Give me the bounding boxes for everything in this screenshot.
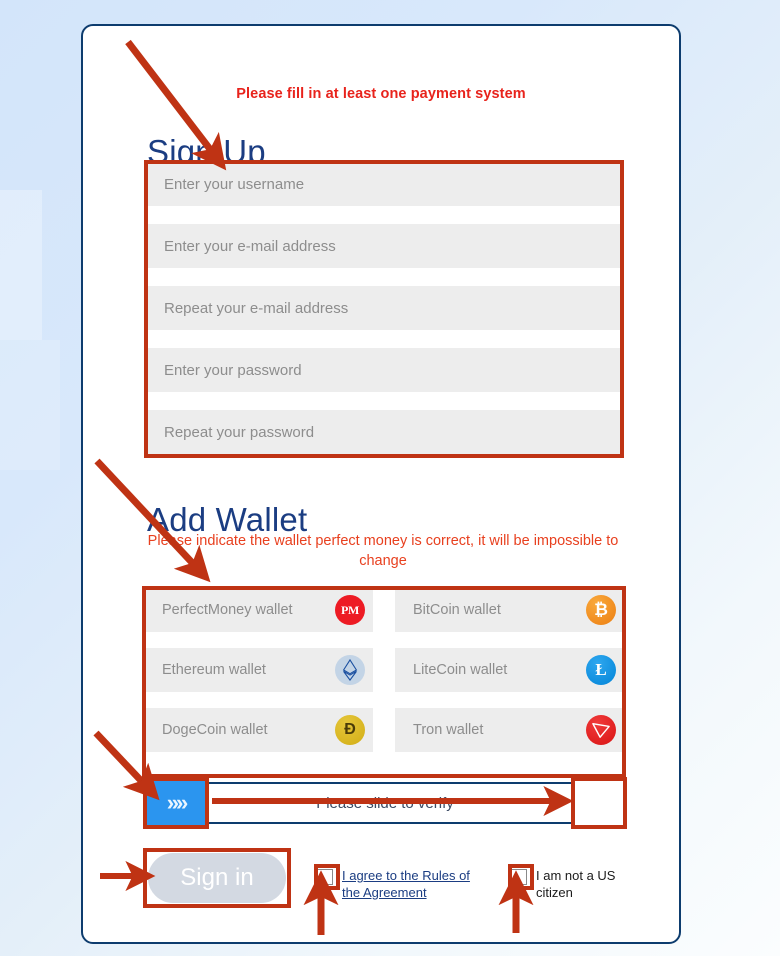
input-tron-placeholder: Tron wallet	[413, 722, 484, 738]
us-citizen-label: I am not a US citizen	[536, 868, 616, 900]
litecoin-icon: Ł	[586, 655, 616, 685]
us-citizen-checkbox[interactable]	[511, 869, 527, 885]
ethereum-icon	[335, 655, 365, 685]
signin-button[interactable]: Sign in	[148, 853, 286, 903]
input-password-repeat-placeholder: Repeat your password	[164, 423, 315, 441]
input-perfectmoney-placeholder: PerfectMoney wallet	[162, 602, 293, 618]
signup-field-stack: Enter your username Enter your e-mail ad…	[146, 162, 622, 454]
top-warning-text: Please fill in at least one payment syst…	[236, 86, 526, 102]
input-litecoin-placeholder: LiteCoin wallet	[413, 662, 508, 678]
agreement-checkbox-group[interactable]: I agree to the Rules of the Agreement	[317, 867, 477, 901]
wallet-field-grid: PerfectMoney wallet PM BitCoin wallet ₿ …	[144, 588, 624, 752]
double-chevron-right-icon: »»	[166, 790, 189, 815]
tron-icon	[586, 715, 616, 745]
input-perfectmoney-wallet[interactable]: PerfectMoney wallet PM	[144, 588, 373, 632]
agreement-link[interactable]: I agree to the Rules of the Agreement	[342, 867, 477, 901]
input-ethereum-placeholder: Ethereum wallet	[162, 662, 266, 678]
input-dogecoin-wallet[interactable]: DogeCoin wallet Ð	[144, 708, 373, 752]
input-email[interactable]: Enter your e-mail address	[146, 224, 622, 268]
input-username[interactable]: Enter your username	[146, 162, 622, 206]
input-username-placeholder: Enter your username	[164, 175, 305, 193]
input-ethereum-wallet[interactable]: Ethereum wallet	[144, 648, 373, 692]
us-citizen-checkbox-group[interactable]: I am not a US citizen	[511, 867, 631, 901]
slide-to-verify-track[interactable]: Please slide to verify	[145, 782, 625, 824]
input-password[interactable]: Enter your password	[146, 348, 622, 392]
input-bitcoin-wallet[interactable]: BitCoin wallet ₿	[395, 588, 624, 632]
input-password-repeat[interactable]: Repeat your password	[146, 410, 622, 454]
input-litecoin-wallet[interactable]: LiteCoin wallet Ł	[395, 648, 624, 692]
background-pane-left-lower	[0, 340, 60, 470]
background-pane-left-upper	[0, 190, 42, 340]
input-email-placeholder: Enter your e-mail address	[164, 237, 336, 255]
dogecoin-icon: Ð	[335, 715, 365, 745]
bitcoin-icon: ₿	[586, 595, 616, 625]
wallet-warning-text: Please indicate the wallet perfect money…	[147, 533, 619, 569]
input-email-repeat-placeholder: Repeat your e-mail address	[164, 299, 349, 317]
input-dogecoin-placeholder: DogeCoin wallet	[162, 722, 268, 738]
slide-to-verify-handle[interactable]: »»	[147, 781, 205, 825]
agreement-checkbox[interactable]	[317, 869, 333, 885]
input-bitcoin-placeholder: BitCoin wallet	[413, 602, 501, 618]
input-tron-wallet[interactable]: Tron wallet	[395, 708, 624, 752]
slide-to-verify-label: Please slide to verify	[316, 794, 454, 812]
input-password-placeholder: Enter your password	[164, 361, 302, 379]
perfectmoney-icon: PM	[335, 595, 365, 625]
signup-card: Please fill in at least one payment syst…	[81, 24, 681, 944]
input-email-repeat[interactable]: Repeat your e-mail address	[146, 286, 622, 330]
